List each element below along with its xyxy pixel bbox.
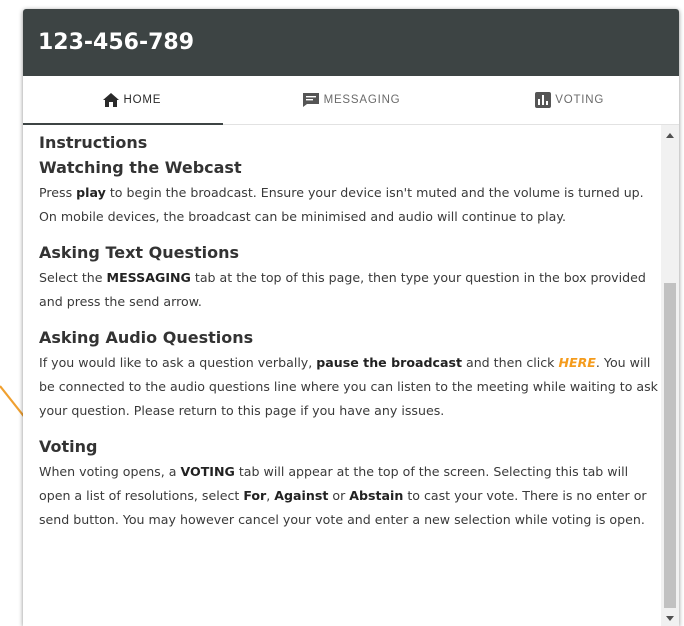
instructions-heading: Instructions (39, 133, 148, 152)
tab-voting-label: VOTING (555, 94, 605, 106)
home-icon (103, 93, 120, 107)
chat-icon (302, 92, 320, 108)
scroll-down-icon[interactable] (661, 610, 679, 626)
voting-heading: Voting (39, 437, 98, 456)
tab-messaging-label: MESSAGING (323, 94, 401, 106)
tab-home[interactable]: HOME (23, 76, 242, 124)
scrollbar-thumb[interactable] (664, 283, 676, 608)
event-id-title: 123-456-789 (38, 30, 195, 55)
instructions-content: Instructions Watching the Webcast Press … (23, 125, 661, 626)
bar-chart-icon (535, 92, 552, 108)
audio-questions-text: If you would like to ask a question verb… (39, 355, 658, 418)
webcast-panel: 123-456-789 HOME MESSAGING VOTING Instru… (23, 9, 679, 626)
tab-home-label: HOME (123, 94, 162, 106)
voting-text: When voting opens, a VOTING tab will app… (39, 464, 647, 527)
webcast-text: Press play to begin the broadcast. Ensur… (39, 185, 644, 224)
audio-questions-link[interactable]: HERE (558, 355, 595, 370)
tab-messaging[interactable]: MESSAGING (242, 76, 461, 124)
webcast-heading: Watching the Webcast (39, 158, 242, 177)
event-id-header: 123-456-789 (23, 9, 679, 76)
tab-voting[interactable]: VOTING (460, 76, 679, 124)
scroll-up-icon[interactable] (661, 127, 679, 143)
tab-bar: HOME MESSAGING VOTING (23, 76, 679, 125)
scrollbar[interactable] (661, 125, 679, 626)
text-questions-text: Select the MESSAGING tab at the top of t… (39, 270, 646, 309)
text-questions-heading: Asking Text Questions (39, 243, 240, 262)
audio-questions-heading: Asking Audio Questions (39, 328, 254, 347)
